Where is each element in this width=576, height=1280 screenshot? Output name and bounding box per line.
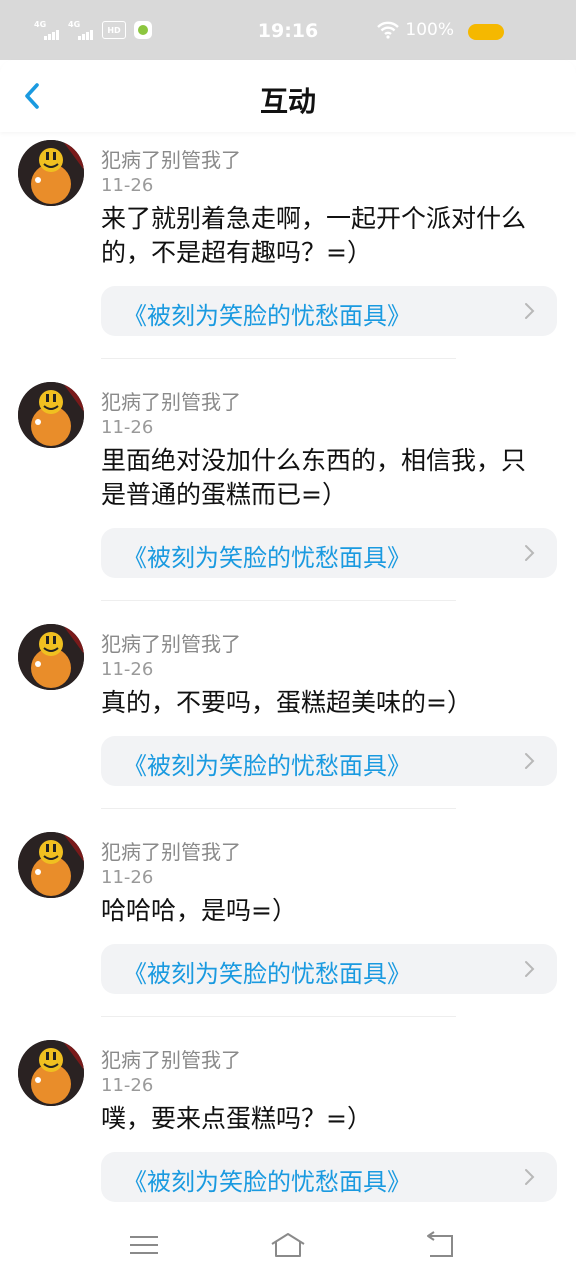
menu-icon[interactable]	[124, 1230, 164, 1260]
home-icon[interactable]	[268, 1230, 308, 1260]
chevron-right-icon	[525, 961, 535, 977]
divider	[101, 808, 456, 809]
comment-text: 里面绝对没加什么东西的，相信我，只是普通的蛋糕而已=）	[101, 446, 527, 509]
interaction-list: 犯病了别管我了 11-26 来了就别着急走啊，一起开个派对什么的，不是超有趣吗？…	[0, 132, 576, 1240]
comment-text: 噗，要来点蛋糕吗？=）	[101, 1104, 372, 1133]
list-item: 犯病了别管我了 11-26 真的，不要吗，蛋糕超美味的=） 《被刻为笑脸的忧愁面…	[0, 616, 576, 824]
timestamp: 11-26	[101, 175, 154, 196]
linked-post-card[interactable]: 《被刻为笑脸的忧愁面具》	[101, 944, 557, 994]
wifi-icon	[377, 21, 400, 39]
linked-post-card[interactable]: 《被刻为笑脸的忧愁面具》	[101, 1152, 557, 1202]
linked-post-title: 《被刻为笑脸的忧愁面具》	[123, 752, 411, 780]
linked-post-card[interactable]: 《被刻为笑脸的忧愁面具》	[101, 736, 557, 786]
divider	[101, 600, 456, 601]
system-nav-bar	[0, 1210, 576, 1280]
timestamp: 11-26	[101, 659, 154, 680]
battery-percent: 100%	[405, 20, 454, 40]
avatar[interactable]	[18, 382, 84, 448]
username[interactable]: 犯病了别管我了	[101, 386, 241, 415]
linked-post-title: 《被刻为笑脸的忧愁面具》	[123, 960, 411, 988]
page-title: 互动	[259, 85, 316, 118]
comment-text: 真的，不要吗，蛋糕超美味的=）	[101, 688, 472, 717]
avatar[interactable]	[18, 140, 84, 206]
list-item: 犯病了别管我了 11-26 来了就别着急走啊，一起开个派对什么的，不是超有趣吗？…	[0, 132, 576, 374]
app-header: 互动	[0, 60, 576, 132]
divider	[101, 1016, 456, 1017]
comment-text: 哈哈哈，是吗=）	[101, 896, 297, 925]
chevron-right-icon	[525, 545, 535, 561]
linked-post-title: 《被刻为笑脸的忧愁面具》	[123, 302, 411, 330]
chevron-right-icon	[525, 1169, 535, 1185]
back-icon[interactable]	[420, 1230, 460, 1260]
avatar[interactable]	[18, 832, 84, 898]
list-item: 犯病了别管我了 11-26 里面绝对没加什么东西的，相信我，只是普通的蛋糕而已=…	[0, 374, 576, 616]
linked-post-card[interactable]: 《被刻为笑脸的忧愁面具》	[101, 528, 557, 578]
list-item: 犯病了别管我了 11-26 哈哈哈，是吗=） 《被刻为笑脸的忧愁面具》	[0, 824, 576, 1032]
comment-text: 来了就别着急走啊，一起开个派对什么的，不是超有趣吗？=）	[101, 204, 527, 267]
chevron-right-icon	[525, 303, 535, 319]
linked-post-card[interactable]: 《被刻为笑脸的忧愁面具》	[101, 286, 557, 336]
username[interactable]: 犯病了别管我了	[101, 1044, 241, 1073]
divider	[101, 358, 456, 359]
avatar[interactable]	[18, 1040, 84, 1106]
linked-post-title: 《被刻为笑脸的忧愁面具》	[123, 544, 411, 572]
username[interactable]: 犯病了别管我了	[101, 836, 241, 865]
timestamp: 11-26	[101, 417, 154, 438]
status-bar: 4G 4G HD 19:16 100%	[0, 0, 576, 60]
chevron-right-icon	[525, 753, 535, 769]
status-right: 100%	[377, 20, 454, 40]
battery-icon	[468, 24, 504, 40]
username[interactable]: 犯病了别管我了	[101, 144, 241, 173]
list-item: 犯病了别管我了 11-26 噗，要来点蛋糕吗？=） 《被刻为笑脸的忧愁面具》	[0, 1032, 576, 1240]
avatar[interactable]	[18, 624, 84, 690]
username[interactable]: 犯病了别管我了	[101, 628, 241, 657]
timestamp: 11-26	[101, 867, 154, 888]
linked-post-title: 《被刻为笑脸的忧愁面具》	[123, 1168, 411, 1196]
timestamp: 11-26	[101, 1075, 154, 1096]
